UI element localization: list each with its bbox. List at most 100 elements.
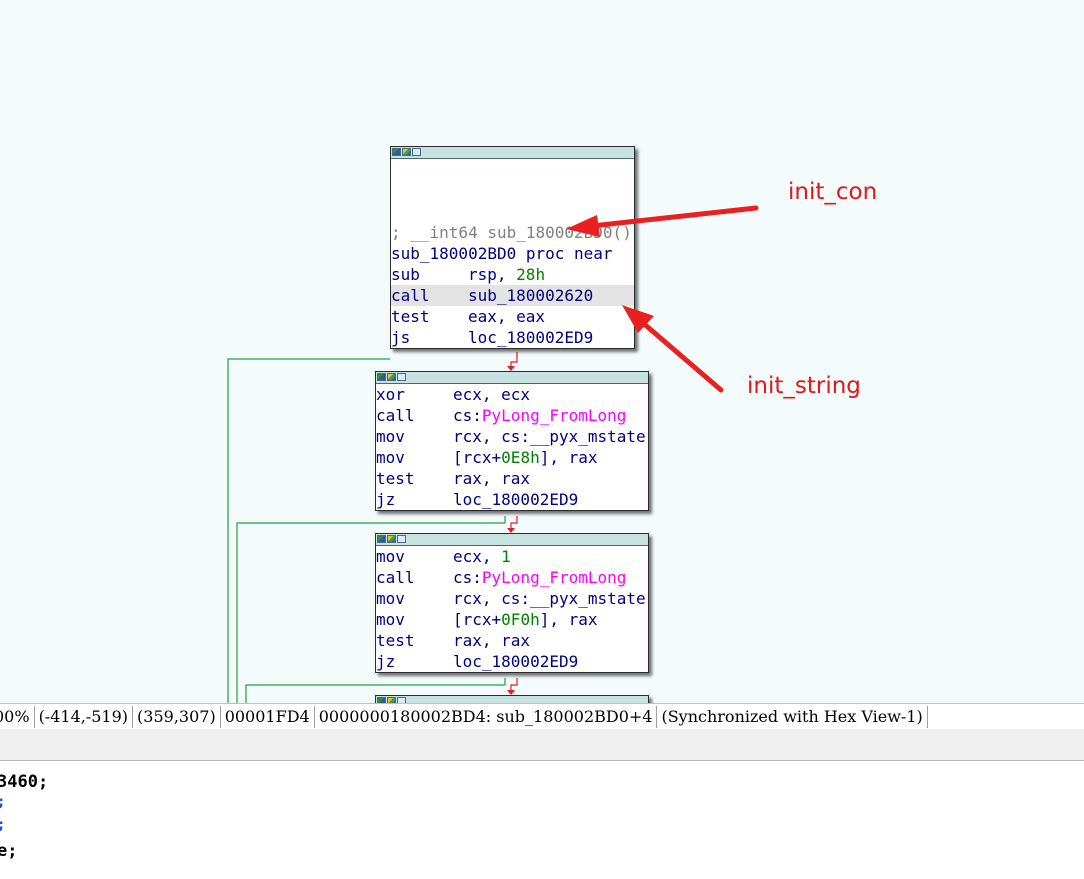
operand-text: rax, rax — [453, 631, 531, 650]
asm-instruction[interactable]: test eax, eax — [391, 306, 634, 327]
operand-text: cs: — [453, 568, 482, 587]
operand-import: PyLong_FromLong — [481, 568, 627, 587]
graph-overview-icon[interactable] — [392, 148, 401, 156]
instruction-mnemonic: call — [376, 568, 415, 587]
asm-instruction[interactable]: xor ecx, ecx — [376, 384, 648, 405]
graph-overview-icon[interactable] — [377, 373, 386, 381]
operand-text: rcx, cs:__pyx_mstate — [453, 427, 646, 446]
status-bar: 00%(-414,-519)(359,307)00001FD4000000018… — [0, 703, 1084, 730]
graph-node-block-2[interactable]: xor ecx, ecx call cs:PyLong_FromLongmov rcx,… — [375, 371, 649, 511]
asm-instruction[interactable]: jz loc_180002ED9 — [376, 489, 648, 510]
operand-text: sub_180002620 — [468, 286, 594, 305]
instruction-mnemonic: mov — [376, 448, 405, 467]
blank-line[interactable] — [391, 159, 634, 180]
instruction-mnemonic: test — [376, 631, 415, 650]
panel-divider[interactable] — [0, 729, 1084, 761]
asm-instruction[interactable]: test rax, rax — [376, 468, 648, 489]
operand-number: 0E8h — [501, 448, 540, 467]
node-title-bar[interactable] — [376, 696, 648, 703]
status-segment: (Synchronized with Hex View-1) — [657, 705, 928, 728]
asm-instruction[interactable]: call sub_180002620 — [391, 285, 634, 306]
code-line-4: e; — [0, 841, 18, 861]
instruction-mnemonic: xor — [376, 385, 405, 404]
asm-instruction[interactable]: call cs:PyLong_FromLong — [376, 567, 648, 588]
node-title-bar[interactable] — [391, 147, 634, 159]
blank-line[interactable] — [391, 180, 634, 201]
operand-text: ecx, ecx — [453, 385, 531, 404]
instruction-mnemonic: mov — [376, 547, 405, 566]
edge-js-loc_180002ED9 — [227, 358, 390, 703]
graph-node-block-4[interactable] — [375, 695, 649, 703]
fallthrough-edge-2 — [507, 516, 518, 533]
status-segment: (359,307) — [133, 705, 221, 728]
operand-text: rcx, cs:__pyx_mstate — [453, 589, 646, 608]
fallthrough-edge-1 — [507, 352, 518, 371]
asm-instruction[interactable]: js loc_180002ED9 — [391, 327, 634, 348]
operand-text: [rcx+ — [453, 448, 502, 467]
pseudocode-view[interactable]: 3460; ; ; e; — [0, 762, 1084, 879]
operand-number: 1 — [501, 547, 511, 566]
operand-text: ecx, — [453, 547, 502, 566]
operand-text: eax, eax — [468, 307, 546, 326]
instruction-mnemonic: test — [376, 469, 415, 488]
asm-comment[interactable]: ; __int64 sub_180002BD0() — [391, 222, 634, 243]
graph-node-block-3[interactable]: mov ecx, 1 call cs:PyLong_FromLong mov rcx, c… — [375, 533, 649, 673]
instruction-mnemonic: mov — [376, 589, 405, 608]
code-line-3: ; — [0, 817, 5, 833]
operand-text: loc_180002ED9 — [468, 328, 594, 347]
status-segment: 00% — [0, 705, 35, 728]
node-color-icon[interactable] — [387, 373, 396, 381]
fallthrough-edge-3 — [507, 678, 518, 695]
node-title-bar[interactable] — [376, 372, 648, 384]
text-view-icon[interactable] — [397, 373, 406, 381]
operand-number: 28h — [516, 265, 546, 284]
status-segment: (-414,-519) — [35, 705, 134, 728]
instruction-mnemonic: call — [376, 406, 415, 425]
status-segment: 00001FD4 — [221, 705, 315, 728]
instruction-mnemonic: call — [391, 286, 430, 305]
node-title-bar[interactable] — [376, 534, 648, 546]
asm-proc-label[interactable]: sub_180002BD0 proc near — [391, 243, 634, 264]
operand-text: loc_180002ED9 — [453, 490, 579, 509]
node-color-icon[interactable] — [402, 148, 411, 156]
asm-instruction[interactable]: jz loc_180002ED9 — [376, 651, 648, 672]
instruction-mnemonic: mov — [376, 427, 405, 446]
asm-instruction[interactable]: sub rsp, 28h — [391, 264, 634, 285]
asm-instruction[interactable]: mov ecx, 1 — [376, 546, 648, 567]
operand-number: 0F0h — [501, 610, 540, 629]
asm-instruction[interactable]: mov [rcx+0F0h], rax — [376, 609, 648, 630]
blank-line[interactable] — [391, 201, 634, 222]
annotation-init-string: init_string — [747, 373, 861, 399]
asm-instruction[interactable]: call cs:PyLong_FromLong — [376, 405, 648, 426]
asm-instruction[interactable]: mov rcx, cs:__pyx_mstate — [376, 426, 648, 447]
instruction-mnemonic: js — [391, 328, 411, 347]
graph-view[interactable]: ; __int64 sub_180002BD0() sub_180002BD0 p… — [0, 0, 1084, 703]
text-view-icon[interactable] — [412, 148, 421, 156]
code-line-1: 3460; — [0, 772, 49, 792]
asm-instruction[interactable]: mov rcx, cs:__pyx_mstate — [376, 588, 648, 609]
graph-node-entry[interactable]: ; __int64 sub_180002BD0() sub_180002BD0 p… — [390, 146, 635, 349]
operand-text: loc_180002ED9 — [453, 652, 579, 671]
operand-text: rax, rax — [453, 469, 531, 488]
asm-instruction[interactable]: test rax, rax — [376, 630, 648, 651]
asm-instruction[interactable]: mov [rcx+0E8h], rax — [376, 447, 648, 468]
operand-text: rsp, — [468, 265, 517, 284]
node-color-icon[interactable] — [387, 535, 396, 543]
instruction-mnemonic: test — [391, 307, 430, 326]
instruction-mnemonic: jz — [376, 652, 396, 671]
operand-text: cs: — [453, 406, 482, 425]
text-view-icon[interactable] — [397, 535, 406, 543]
operand-text: [rcx+ — [453, 610, 502, 629]
code-line-2: ; — [0, 794, 5, 810]
annotation-init-con: init_con — [788, 179, 878, 205]
comment-text: ; __int64 sub_180002BD0() — [391, 223, 632, 242]
instruction-mnemonic: sub — [391, 265, 420, 284]
operand-import: PyLong_FromLong — [481, 406, 627, 425]
instruction-mnemonic: jz — [376, 490, 396, 509]
status-segment: 0000000180002BD4: sub_180002BD0+4 — [315, 705, 658, 728]
proc-label-text: sub_180002BD0 proc near — [391, 244, 613, 263]
graph-overview-icon[interactable] — [377, 535, 386, 543]
instruction-mnemonic: mov — [376, 610, 405, 629]
operand-text: ], rax — [539, 610, 598, 629]
operand-text: ], rax — [539, 448, 598, 467]
